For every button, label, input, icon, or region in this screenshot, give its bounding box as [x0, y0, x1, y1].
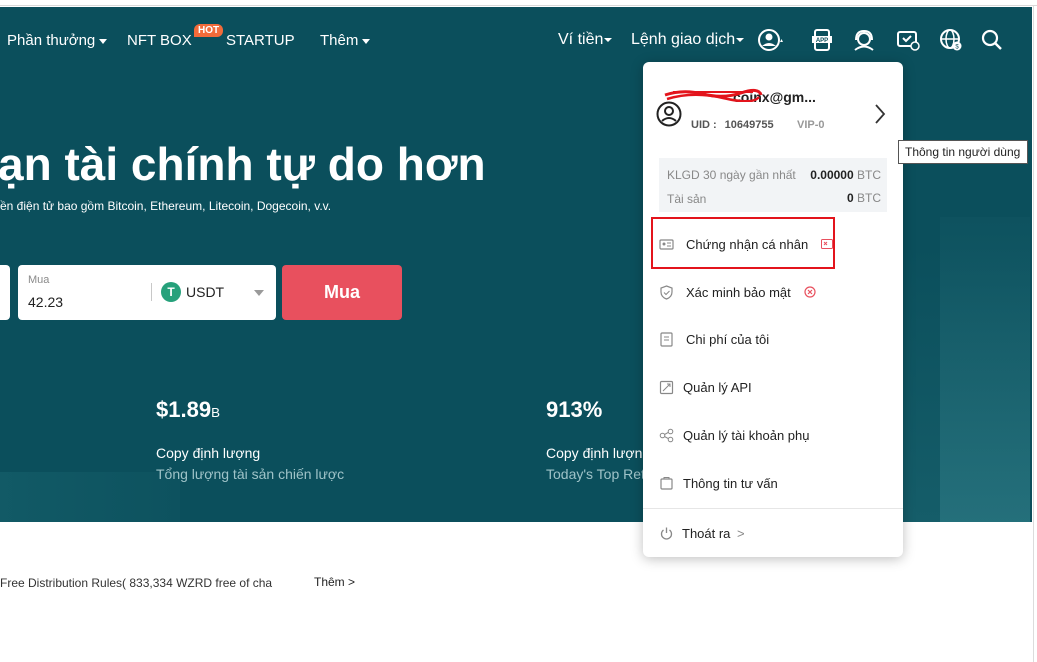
account-stats: KLGD 30 ngày gần nhất 0.00000 BTC Tài sả…	[659, 158, 887, 212]
nav-nft-box-label: NFT BOX	[127, 32, 192, 49]
hero-headline: ạn tài chính tự do hơn	[0, 138, 486, 190]
assets-value: 0 BTC	[847, 191, 881, 205]
menu-item-sub-accounts[interactable]: Quản lý tài khoản phụ	[659, 426, 889, 448]
redaction-scribble	[664, 88, 763, 102]
nav-rewards-label: Phần thưởng	[7, 32, 96, 49]
nav-orders[interactable]: Lệnh giao dịch	[631, 31, 745, 49]
browser-top-strip	[0, 0, 1037, 6]
menu-item-fees[interactable]: Chi phí của tôi	[659, 330, 889, 352]
nav-more[interactable]: Thêm	[320, 32, 371, 49]
menu-item-api[interactable]: Quản lý API	[659, 378, 889, 400]
vip-level: VIP-0	[797, 119, 825, 131]
logout-label: Thoát ra	[682, 526, 731, 541]
avatar-icon	[656, 101, 682, 127]
fees-icon[interactable]	[895, 27, 921, 53]
app-icon[interactable]: APP	[809, 27, 835, 53]
volume-label: KLGD 30 ngày gần nhất	[667, 168, 796, 182]
chevron-right-icon: >	[737, 526, 745, 541]
search-icon[interactable]	[979, 27, 1005, 53]
menu-item-label: Chi phí của tôi	[686, 332, 770, 347]
currency-select[interactable]: USDT	[186, 284, 224, 300]
stat-amount: 913%	[546, 397, 603, 422]
hero-subline: ền điện tử bao gồm Bitcoin, Ethereum, Li…	[0, 199, 332, 213]
buy-amount-input[interactable]: 42.23	[28, 294, 63, 310]
stat-value: 913%	[546, 397, 602, 423]
chevron-down-icon	[99, 38, 108, 44]
unverified-id-icon	[821, 239, 833, 249]
scrollbar-edge[interactable]	[1033, 6, 1037, 662]
nav-startup[interactable]: STARTUP	[226, 32, 295, 49]
user-icon[interactable]	[758, 27, 784, 53]
nav-rewards[interactable]: Phần thưởng	[7, 32, 108, 49]
assets-amount: 0	[846, 191, 854, 205]
menu-item-security[interactable]: Xác minh bảo mật	[659, 283, 889, 305]
menu-item-label: Thông tin tư vấn	[683, 476, 778, 491]
spend-input-edge[interactable]	[0, 265, 10, 320]
nav-wallet[interactable]: Ví tiền	[558, 31, 613, 49]
stat-title: Copy định lượng	[156, 445, 261, 461]
assets-label: Tài sản	[667, 192, 707, 206]
chevron-right-icon[interactable]	[873, 103, 887, 125]
stat-subtitle: Tổng lượng tài sản chiến lược	[156, 466, 345, 482]
chevron-down-icon	[604, 37, 613, 42]
usdt-icon: T	[161, 282, 181, 302]
uid-value: 10649755	[724, 119, 774, 131]
sub-account-icon	[659, 428, 674, 443]
logout-button[interactable]: Thoát ra >	[659, 524, 889, 546]
user-dropdown-menu: coinx@gm... UID :10649755 VIP-0 KLGD 30 …	[643, 62, 903, 557]
support-icon[interactable]	[851, 27, 877, 53]
menu-item-label: Quản lý API	[683, 380, 752, 395]
menu-item-identity-verification[interactable]: Chứng nhận cá nhân	[659, 235, 889, 257]
divider	[643, 508, 903, 509]
user-info-tooltip: Thông tin người dùng	[898, 140, 1028, 164]
hero-decoration	[0, 472, 180, 522]
announcement-text[interactable]: Free Distribution Rules( 833,334 WZRD fr…	[0, 576, 272, 590]
api-icon	[659, 380, 674, 395]
warning-x-icon	[804, 286, 816, 298]
message-icon	[660, 477, 673, 490]
svg-text:APP: APP	[816, 38, 828, 44]
nav-nft-box[interactable]: NFT BOX	[127, 32, 192, 49]
buy-label: Mua	[28, 274, 50, 286]
menu-item-consulting[interactable]: Thông tin tư vấn	[659, 474, 889, 496]
id-card-icon	[659, 239, 674, 250]
stat-amount: $1.89	[156, 397, 212, 422]
buy-button[interactable]: Mua	[282, 265, 402, 320]
volume-unit: BTC	[857, 168, 881, 182]
assets-unit: BTC	[857, 191, 881, 205]
language-icon[interactable]: $	[938, 27, 964, 53]
volume-value: 0.00000 BTC	[810, 168, 881, 182]
shield-icon	[660, 285, 673, 300]
nav-wallet-label: Ví tiền	[558, 31, 604, 48]
receipt-icon	[660, 332, 673, 347]
volume-amount: 0.00000	[810, 168, 854, 182]
hero-decoration	[940, 217, 1030, 522]
nav-more-label: Thêm	[320, 32, 359, 49]
user-uid: UID : 10649755	[691, 119, 774, 131]
stat-unit: B	[211, 405, 220, 420]
chevron-down-icon[interactable]	[254, 290, 264, 296]
stat-title: Copy định lượn	[546, 445, 643, 461]
menu-item-label: Xác minh bảo mật	[686, 285, 791, 300]
announcement-more-link[interactable]: Thêm >	[314, 575, 355, 589]
chevron-down-icon	[362, 38, 371, 44]
stat-subtitle: Today's Top Ret	[546, 466, 645, 482]
menu-item-label: Quản lý tài khoản phụ	[683, 428, 810, 443]
page: Phần thưởng NFT BOX HOT STARTUP Thêm Ví …	[0, 0, 1037, 662]
buy-amount-field[interactable]: Mua 42.23 T USDT	[18, 265, 276, 320]
hot-badge: HOT	[194, 24, 224, 37]
divider	[151, 283, 152, 301]
power-icon	[660, 527, 673, 540]
uid-label: UID :	[691, 119, 717, 131]
stat-value: $1.89B	[156, 397, 220, 423]
menu-item-label: Chứng nhận cá nhân	[686, 237, 809, 252]
nav-orders-label: Lệnh giao dịch	[631, 31, 736, 48]
chevron-down-icon	[736, 37, 745, 42]
